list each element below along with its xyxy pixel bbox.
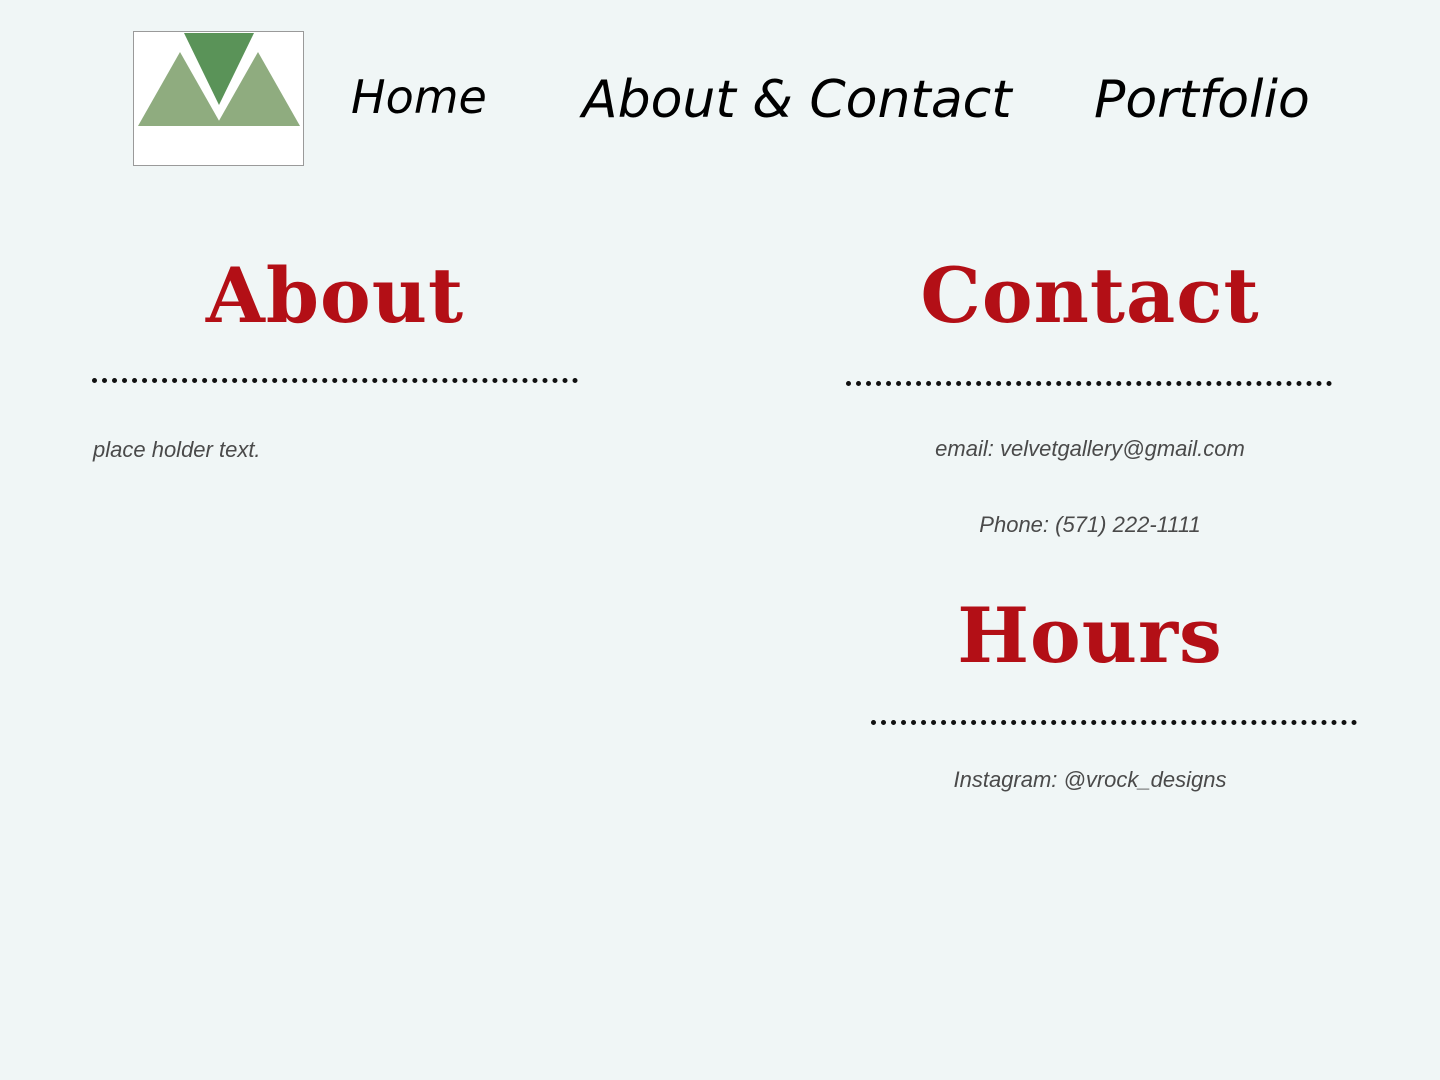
- contact-heading: Contact: [920, 251, 1260, 340]
- nav-portfolio-link[interactable]: Portfolio: [1094, 74, 1310, 126]
- contact-email: email: velvetgallery@gmail.com: [935, 436, 1245, 461]
- hours-divider: [871, 720, 1357, 725]
- contact-divider: [846, 381, 1332, 386]
- instagram-handle: Instagram: @vrock_designs: [953, 767, 1227, 792]
- about-heading: About: [205, 251, 465, 340]
- about-body-text: place holder text.: [93, 437, 261, 462]
- nav-home-link[interactable]: Home: [351, 74, 487, 120]
- hours-heading: Hours: [957, 591, 1223, 680]
- nav-about-contact-link[interactable]: About & Contact: [582, 74, 1012, 126]
- contact-phone: Phone: (571) 222-1111: [979, 512, 1201, 537]
- site-logo[interactable]: [133, 31, 304, 166]
- about-divider: [92, 378, 578, 383]
- mountain-v-logo-icon: [138, 33, 300, 126]
